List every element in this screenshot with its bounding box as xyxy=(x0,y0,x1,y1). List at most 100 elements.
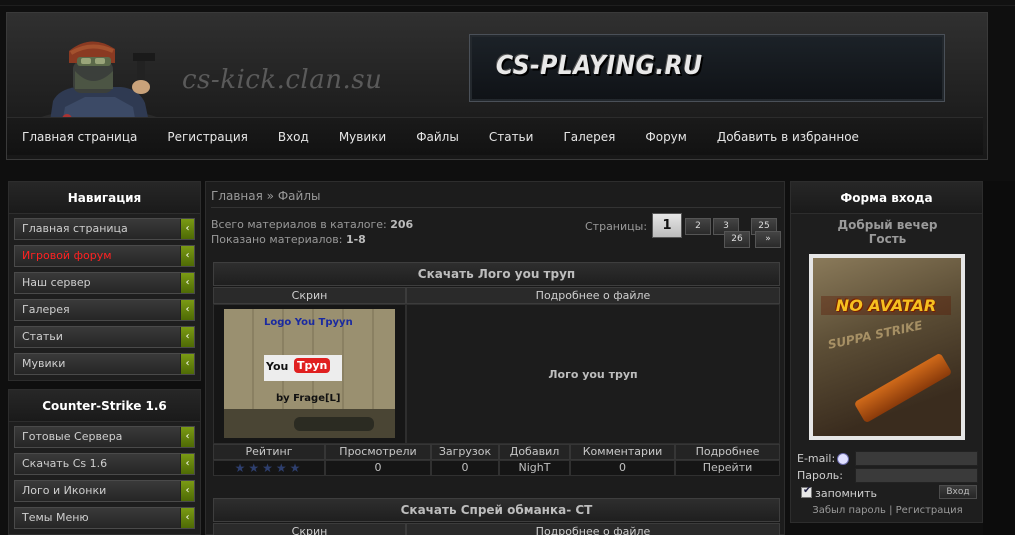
entry-description: Лого you труп xyxy=(406,304,780,444)
sidebar-item-movies[interactable]: Мувики ‹ xyxy=(14,353,195,375)
entry-header-row: Скрин Подробнее о файле xyxy=(213,287,780,304)
login-links: Забыл пароль | Регистрация xyxy=(791,505,984,516)
page-edge xyxy=(983,181,1015,535)
banner-text: CS-PLAYING.RU xyxy=(496,51,703,81)
chevron-left-icon: ‹ xyxy=(180,454,194,474)
remember-label: запомнить xyxy=(815,487,878,500)
register-link[interactable]: Регистрация xyxy=(896,505,963,516)
sidebar-separator xyxy=(8,380,201,390)
partner-banner[interactable]: CS-PLAYING.RU xyxy=(469,34,945,102)
chevron-left-icon: ‹ xyxy=(180,354,194,374)
menu-item-register[interactable]: Регистрация xyxy=(167,130,247,144)
menu-item-home[interactable]: Главная страница xyxy=(22,130,137,144)
page-2-link[interactable]: 2 xyxy=(685,218,711,235)
screen-header: Скрин xyxy=(213,287,406,304)
details-header: Подробнее о файле xyxy=(406,287,780,304)
screen-header: Скрин xyxy=(213,523,406,535)
right-sidebar: Форма входа Добрый вечер Гость NO AVATAR… xyxy=(790,181,983,523)
star-icon[interactable]: ★ xyxy=(262,461,276,475)
avatar: NO AVATAR SUPPA STRIKE xyxy=(809,254,965,440)
openid-icon[interactable] xyxy=(837,453,850,465)
sidebar-item-our-server[interactable]: Наш сервер ‹ xyxy=(14,272,195,294)
forgot-password-link[interactable]: Забыл пароль xyxy=(812,505,886,516)
sidebar-item-logos-icons[interactable]: Лого и Иконки ‹ xyxy=(14,480,195,502)
info-header-row: Рейтинг Просмотрели Загрузок Добавил Ком… xyxy=(213,444,780,460)
menu-item-favorites[interactable]: Добавить в избранное xyxy=(717,130,859,144)
breadcrumb-divider xyxy=(211,207,781,208)
entry-body-row: Logo You Tpyyn You Tpyn by Frage[L] Лого… xyxy=(213,304,780,444)
thumb-line3: by Frage[L] xyxy=(276,393,341,404)
chevron-left-icon: ‹ xyxy=(180,327,194,347)
chevron-left-icon: ‹ xyxy=(180,508,194,528)
cs-block-title: Counter-Strike 1.6 xyxy=(9,390,200,422)
menu-item-forum[interactable]: Форум xyxy=(645,130,686,144)
login-form-title: Форма входа xyxy=(791,182,982,214)
menu-item-movies[interactable]: Мувики xyxy=(339,130,386,144)
nav-list: Главная страница ‹ Игровой форум ‹ Наш сер… xyxy=(9,214,200,375)
breadcrumb-home[interactable]: Главная xyxy=(211,189,263,203)
password-field[interactable] xyxy=(855,468,978,483)
menu-item-login[interactable]: Вход xyxy=(278,130,309,144)
chevron-left-icon: ‹ xyxy=(180,481,194,501)
comments-count: 0 xyxy=(570,460,675,476)
sidebar-item-articles[interactable]: Статьи ‹ xyxy=(14,326,195,348)
link-separator: | xyxy=(889,505,893,516)
star-icon[interactable]: ★ xyxy=(290,461,304,475)
author-link[interactable]: NighT xyxy=(499,460,570,476)
login-button[interactable]: Вход xyxy=(939,485,977,499)
entry-title[interactable]: Скачать Лого you труп xyxy=(213,262,780,286)
greeting: Добрый вечер Гость xyxy=(791,218,984,246)
cs-list: Готовые Сервера ‹ Скачать Cs 1.6 ‹ Лого и … xyxy=(9,422,200,529)
star-icon[interactable]: ★ xyxy=(276,461,290,475)
email-field[interactable] xyxy=(855,451,978,466)
check-icon: ✔ xyxy=(803,485,812,496)
thumb-gun xyxy=(294,417,374,431)
email-label: E-mail: xyxy=(797,452,850,465)
thumb-line1: Logo You Tpyyn xyxy=(264,317,353,328)
page-1-current[interactable]: 1 xyxy=(652,213,682,238)
chevron-left-icon: ‹ xyxy=(180,300,194,320)
chevron-left-icon: ‹ xyxy=(180,219,194,239)
top-strip xyxy=(0,0,1015,6)
sidebar-item-gallery[interactable]: Галерея ‹ xyxy=(14,299,195,321)
nav-block-title: Навигация xyxy=(9,182,200,214)
menu-item-articles[interactable]: Статьи xyxy=(489,130,534,144)
entry-header-row: Скрин Подробнее о файле xyxy=(213,523,780,535)
total-count: 206 xyxy=(390,218,414,231)
views-count: 0 xyxy=(325,460,431,476)
info-value-row: ★★★★★ 0 0 NighT 0 Перейти xyxy=(213,460,780,476)
file-entry: Скачать Спрей обманка- CT Скрин Подробне… xyxy=(213,498,780,535)
breadcrumb: Главная » Файлы xyxy=(211,189,320,203)
star-icon[interactable]: ★ xyxy=(235,461,249,475)
site-name: cs-kick.clan.su xyxy=(182,65,383,95)
next-page-link[interactable]: » xyxy=(755,231,781,248)
sidebar-item-game-forum[interactable]: Игровой форум ‹ xyxy=(14,245,195,267)
page-26-link[interactable]: 26 xyxy=(724,231,750,248)
sidebar-item-menu-themes[interactable]: Темы Меню ‹ xyxy=(14,507,195,529)
entry-thumbnail-cell: Logo You Tpyyn You Tpyn by Frage[L] xyxy=(213,304,406,444)
chevron-left-icon: ‹ xyxy=(180,427,194,447)
remember-checkbox[interactable]: ✔ xyxy=(801,485,812,498)
sidebar-item-home[interactable]: Главная страница ‹ xyxy=(14,218,195,240)
password-label: Пароль: xyxy=(797,469,843,482)
chevron-left-icon: ‹ xyxy=(180,246,194,266)
chevron-left-icon: ‹ xyxy=(180,273,194,293)
sidebar-item-ready-servers[interactable]: Готовые Сервера ‹ xyxy=(14,426,195,448)
file-entry: Скачать Лого you труп Скрин Подробнее о … xyxy=(213,262,780,476)
menu-item-files[interactable]: Файлы xyxy=(416,130,459,144)
catalog-stats: Всего материалов в каталоге: 206 Показан… xyxy=(211,218,414,246)
star-icon[interactable]: ★ xyxy=(248,461,262,475)
breadcrumb-current: Файлы xyxy=(277,189,321,203)
shown-range: 1-8 xyxy=(345,233,366,246)
main-content: Главная » Файлы Всего материалов в катал… xyxy=(205,181,785,535)
rating-stars[interactable]: ★★★★★ xyxy=(213,460,325,476)
sidebar-item-download-cs[interactable]: Скачать Cs 1.6 ‹ xyxy=(14,453,195,475)
entry-thumbnail[interactable]: Logo You Tpyyn You Tpyn by Frage[L] xyxy=(224,309,395,438)
entry-title[interactable]: Скачать Спрей обманка- CT xyxy=(213,498,780,522)
downloads-count: 0 xyxy=(431,460,499,476)
main-menu: Главная страница Регистрация Вход Мувики… xyxy=(7,117,983,155)
menu-item-gallery[interactable]: Галерея xyxy=(563,130,615,144)
details-header: Подробнее о файле xyxy=(406,523,780,535)
more-link[interactable]: Перейти xyxy=(675,460,780,476)
thumb-logo-box: You Tpyn xyxy=(264,355,342,381)
